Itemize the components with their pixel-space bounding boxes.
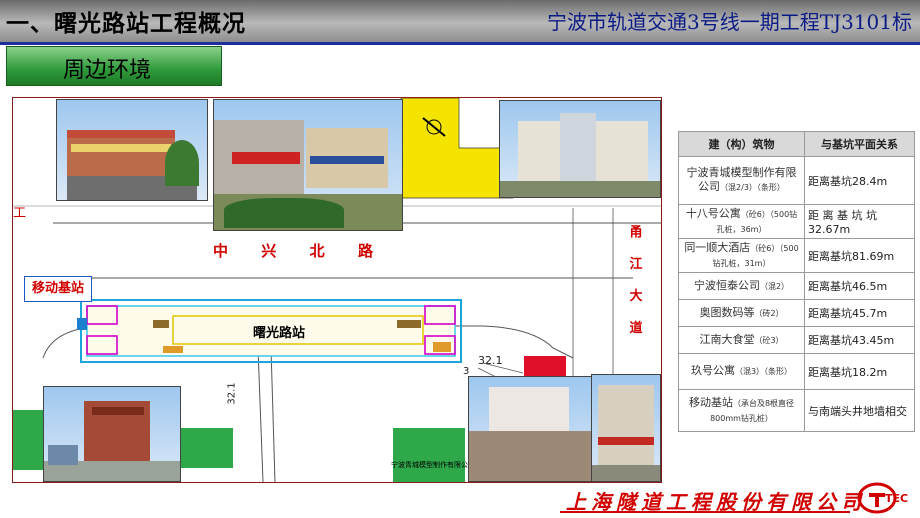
header-divider [0, 42, 920, 45]
building-name-cell: 宁波恒泰公司（混2） [678, 272, 805, 300]
table-row: 宁波恒泰公司（混2） 距离基坑46.5m [678, 272, 915, 300]
table-row: 宁波青城模型制作有限公司（混2/3）（条形） 距离基坑28.4m [678, 156, 915, 205]
photo-street-shops [213, 99, 403, 231]
table-row: 同一顺大酒店（砼6）（500钻孔桩，31m） 距离基坑81.69m [678, 238, 915, 273]
relation-cell: 距离基坑45.7m [804, 299, 915, 327]
building-name: 江南大食堂 [699, 332, 755, 346]
table-row: 江南大食堂（砼3） 距离基坑43.45m [678, 326, 915, 354]
table-row: 移动基站（承台及8根直径800mm钻孔桩） 与南端头井地墙相交 [678, 389, 915, 432]
building-name-cell: 玖号公寓（混3）（条形） [678, 353, 805, 390]
relation-cell: 距 离 基 坑 坑 32.67m [804, 204, 915, 239]
building-label: 宁波青城模型制作有限公司 [391, 461, 475, 469]
site-plan-map: 中 兴 北 路 甬 江 大 道 工 曙光路站 32.1 32.1 3 宁波青城模… [12, 97, 662, 483]
section-tab: 周边环境 [6, 46, 222, 86]
table-row: 玖号公寓（混3）（条形） 距离基坑18.2m [678, 353, 915, 390]
building-note: （混2/3）（条形） [720, 183, 785, 192]
building-name-cell: 十八号公寓（砼6）（500钻孔桩，36m） [678, 204, 805, 239]
column-header: 与基坑平面关系 [804, 131, 915, 157]
building-name-cell: 移动基站（承台及8根直径800mm钻孔桩） [678, 389, 805, 432]
photo-mobile-station [43, 386, 181, 482]
building-name-cell: 奥图数码等（砖2） [678, 299, 805, 327]
east-road-char: 大 [629, 289, 643, 304]
left-edge-char: 工 [13, 206, 27, 221]
column-header: 建（构）筑物 [678, 131, 805, 157]
relation-cell: 距离基坑28.4m [804, 156, 915, 205]
building-name: 宁波恒泰公司 [693, 278, 760, 292]
building-name: 同一顺大酒店 [684, 240, 751, 254]
logo-text: TEC [885, 492, 908, 505]
photo-model-company [56, 99, 208, 201]
building-note: （砖2） [754, 308, 784, 318]
road-char: 兴 [261, 242, 277, 260]
building-note: （混2） [759, 281, 790, 291]
section-tab-label: 周边环境 [63, 58, 152, 83]
building-name: 奥图数码等 [699, 305, 755, 319]
building-name: 十八号公寓 [685, 206, 741, 220]
table-row: 十八号公寓（砼6）（500钻孔桩，36m） 距 离 基 坑 坑 32.67m [678, 204, 915, 239]
header-bar: 一、曙光路站工程概况 宁波市轨道交通3号线一期工程TJ3101标 [0, 0, 920, 42]
page-title: 一、曙光路站工程概况 [6, 11, 246, 37]
relation-cell: 距离基坑43.45m [804, 326, 915, 354]
road-char: 中 [213, 242, 229, 260]
dimension-label: 32.1 [478, 354, 503, 367]
building-relation-table: 建（构）筑物 与基坑平面关系 宁波青城模型制作有限公司（混2/3）（条形） 距离… [678, 131, 915, 432]
relation-cell: 与南端头井地墙相交 [804, 389, 915, 432]
road-label-zhongxing: 中 兴 北 路 [213, 240, 373, 261]
dimension-label: 32.1 [226, 382, 238, 405]
east-road-char: 甬 [629, 225, 643, 240]
east-road-char: 江 [629, 257, 643, 272]
photo-hotel [499, 100, 661, 198]
building-note: （砼3） [754, 335, 784, 345]
table-header-row: 建（构）筑物 与基坑平面关系 [678, 131, 915, 157]
mobile-station-callout: 移动基站 [24, 276, 92, 302]
building-name: 移动基站 [688, 395, 733, 409]
relation-cell: 距离基坑46.5m [804, 272, 915, 300]
road-char: 路 [357, 242, 373, 260]
building-name-cell: 同一顺大酒店（砼6）（500钻孔桩，31m） [678, 238, 805, 273]
road-label-yongjiang: 甬 江 大 道 [625, 220, 647, 342]
building-note: （混3）（条形） [734, 367, 793, 376]
building-name-cell: 江南大食堂（砼3） [678, 326, 805, 354]
footer-rule [560, 511, 850, 513]
relation-cell: 距离基坑81.69m [804, 238, 915, 273]
station-label: 曙光路站 [253, 326, 306, 341]
relation-cell: 距离基坑18.2m [804, 353, 915, 390]
company-logo-icon: TEC [857, 482, 908, 514]
building-name: 玖号公寓 [690, 364, 735, 377]
road-char: 北 [309, 242, 325, 260]
building-name-cell: 宁波青城模型制作有限公司（混2/3）（条形） [678, 156, 805, 205]
east-road-char: 道 [629, 321, 643, 336]
photo-yard [468, 376, 592, 482]
table-row: 奥图数码等（砖2） 距离基坑45.7m [678, 299, 915, 327]
photo-apartment [591, 374, 661, 482]
project-name: 宁波市轨道交通3号线一期工程TJ3101标 [547, 10, 912, 34]
